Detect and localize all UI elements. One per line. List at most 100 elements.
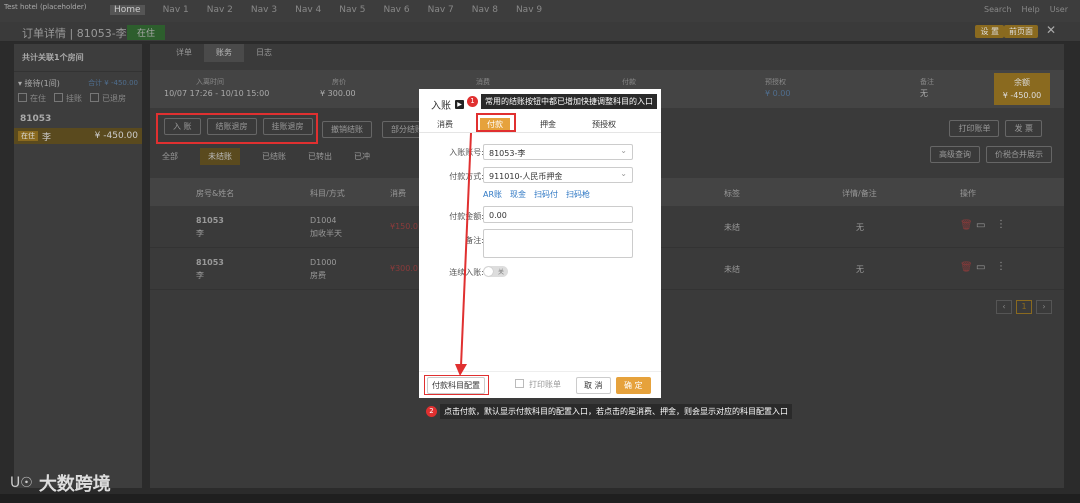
nav-item[interactable]: Nav 7	[428, 5, 454, 15]
reception-group[interactable]: ▾ 接待(1间) 合计 ¥ -450.00	[14, 72, 142, 91]
price-cell: 房价 ¥ 300.00	[320, 76, 356, 100]
comment-icon[interactable]: ▭	[976, 220, 985, 231]
quick-scanpay-link[interactable]: 扫码付	[534, 189, 558, 200]
row-code: D1004	[310, 216, 337, 225]
balance-label: 余额	[1014, 78, 1030, 87]
amount-input[interactable]: 0.00	[483, 206, 633, 223]
status-badge: 在住	[127, 25, 166, 40]
checkin-cell: 入离时间 10/07 17:26 - 10/10 15:00	[164, 76, 269, 100]
row-room: 81053	[196, 258, 224, 267]
more-icon[interactable]: ⋮	[996, 219, 1006, 230]
consume-cell: 消费	[476, 76, 490, 88]
play-icon[interactable]: ▶	[455, 100, 464, 109]
continue-toggle[interactable]: 关	[483, 266, 508, 277]
tab-log[interactable]: 日志	[244, 44, 284, 62]
guest-amount: ¥ -450.00	[94, 131, 138, 141]
amount-label: 付款金额:	[449, 212, 484, 221]
row-name: 李	[196, 271, 204, 280]
comment-icon[interactable]: ▭	[976, 262, 985, 273]
col-room: 房号&姓名	[196, 189, 235, 198]
nav-item[interactable]: Nav 5	[339, 5, 365, 15]
trash-icon[interactable]: 🗑	[960, 262, 973, 273]
quick-scanner-link[interactable]: 扫码枪	[566, 189, 590, 200]
tab-deposit[interactable]: 押金	[540, 119, 556, 130]
col-subject: 科目/方式	[310, 189, 345, 198]
undo-checkout-button[interactable]: 撤销结账	[322, 121, 372, 138]
tab-details[interactable]: 详单	[164, 44, 204, 62]
nav-item[interactable]: Nav 2	[207, 5, 233, 15]
dialog-tabs: 消费 付款 押金 预授权	[419, 117, 661, 133]
callout-1-number: 1	[467, 96, 478, 107]
tab-consume[interactable]: 消费	[437, 119, 453, 130]
chevron-down-icon: ⌄	[620, 169, 627, 178]
remark-cell: 备注 无	[920, 76, 934, 100]
nav-item[interactable]: Nav 3	[251, 5, 277, 15]
detail-tabs: 详单 账务 日志	[150, 44, 284, 62]
query-tools: 高级查询 价税合并展示	[930, 146, 1052, 163]
nav-item[interactable]: Nav 4	[295, 5, 321, 15]
tab-accounts[interactable]: 账务	[204, 44, 244, 62]
print-bill-button[interactable]: 打印账单	[949, 120, 1000, 137]
watermark-text: 大数跨境	[38, 474, 111, 495]
row-tag: 未结	[724, 223, 740, 232]
main-nav: Home Nav 1 Nav 2 Nav 3 Nav 4 Nav 5 Nav 6…	[110, 5, 542, 15]
row-amount: ¥150.0	[390, 222, 418, 231]
filter-in-house[interactable]: 在住	[18, 93, 46, 104]
account-select[interactable]: 81053-李 ⌄	[483, 144, 633, 160]
guest-item[interactable]: 在住 李 ¥ -450.00	[14, 128, 142, 144]
nav-item[interactable]: Nav 1	[163, 5, 189, 15]
filter-checked-out[interactable]: 已退房	[90, 93, 126, 104]
nav-item[interactable]: Home	[110, 5, 145, 15]
highlight-box	[156, 113, 318, 144]
room-sidebar: 共计关联1个房间 ▾ 接待(1间) 合计 ¥ -450.00 在住 挂账 已退房…	[14, 44, 142, 488]
page-title: 订单详情 | 81053-李	[22, 27, 127, 40]
filter-reversed[interactable]: 已冲	[354, 151, 370, 162]
row-tag: 未结	[724, 265, 740, 274]
nav-item[interactable]: Nav 8	[472, 5, 498, 15]
tax-display-select[interactable]: 价税合并展示	[986, 146, 1052, 163]
quick-ar-link[interactable]: AR账	[483, 189, 502, 200]
continue-label: 连续入账:	[449, 268, 484, 277]
group-amount: 合计 ¥ -450.00	[88, 79, 138, 87]
top-nav-bar: Test hotel (placeholder) Home Nav 1 Nav …	[0, 0, 1080, 22]
post-entry-dialog: 入账 ▶ 消费 付款 押金 预授权 入账账号: 81053-李 ⌄ 付款方式: …	[419, 89, 661, 398]
more-actions: 撤销结账 部分结账	[322, 121, 432, 138]
trash-icon[interactable]: 🗑	[960, 220, 973, 231]
filter-on-account[interactable]: 挂账	[54, 93, 82, 104]
method-select[interactable]: 911010-人民币押金 ⌄	[483, 167, 633, 183]
print-bill-checkbox[interactable]: 打印账单	[515, 379, 561, 390]
order-detail-header: 订单详情 | 81053-李 在住 设 置 前页面 ✕	[0, 22, 1080, 42]
user-menu[interactable]: User	[1050, 5, 1068, 14]
row-code: D1000	[310, 258, 337, 267]
cancel-button[interactable]: 取 消	[576, 377, 611, 394]
next-page-button[interactable]: ›	[1036, 300, 1052, 314]
bottom-bar	[0, 494, 1080, 503]
watermark-logo: U☉	[10, 475, 33, 491]
remark-textarea[interactable]	[483, 229, 633, 258]
prev-page-button[interactable]: ‹	[996, 300, 1012, 314]
page-1-button[interactable]: 1	[1016, 300, 1032, 314]
settings-button[interactable]: 设 置	[975, 25, 1004, 38]
search-link[interactable]: Search	[984, 5, 1011, 14]
tab-preauth[interactable]: 预授权	[592, 119, 616, 130]
quick-cash-link[interactable]: 现金	[510, 189, 526, 200]
more-icon[interactable]: ⋮	[996, 261, 1006, 272]
advanced-search-button[interactable]: 高级查询	[930, 146, 980, 163]
filter-transferred[interactable]: 已转出	[308, 151, 332, 162]
row-remark: 无	[856, 265, 864, 274]
close-icon[interactable]: ✕	[1046, 23, 1056, 37]
account-value: 81053-李	[489, 149, 526, 158]
nav-item[interactable]: Nav 9	[516, 5, 542, 15]
invoice-button[interactable]: 发 票	[1005, 120, 1042, 137]
guest-name: 李	[42, 132, 52, 143]
sidebar-title: 共计关联1个房间	[14, 44, 142, 72]
watermark: U☉ 大数跨境	[10, 470, 111, 496]
front-page-button[interactable]: 前页面	[1004, 25, 1038, 38]
price-label: 房价	[332, 78, 346, 86]
nav-item[interactable]: Nav 6	[383, 5, 409, 15]
filter-unsettled[interactable]: 未结账	[200, 148, 240, 165]
filter-settled[interactable]: 已结账	[262, 151, 286, 162]
filter-all[interactable]: 全部	[162, 151, 178, 162]
confirm-button[interactable]: 确 定	[616, 377, 651, 394]
help-link[interactable]: Help	[1022, 5, 1040, 14]
